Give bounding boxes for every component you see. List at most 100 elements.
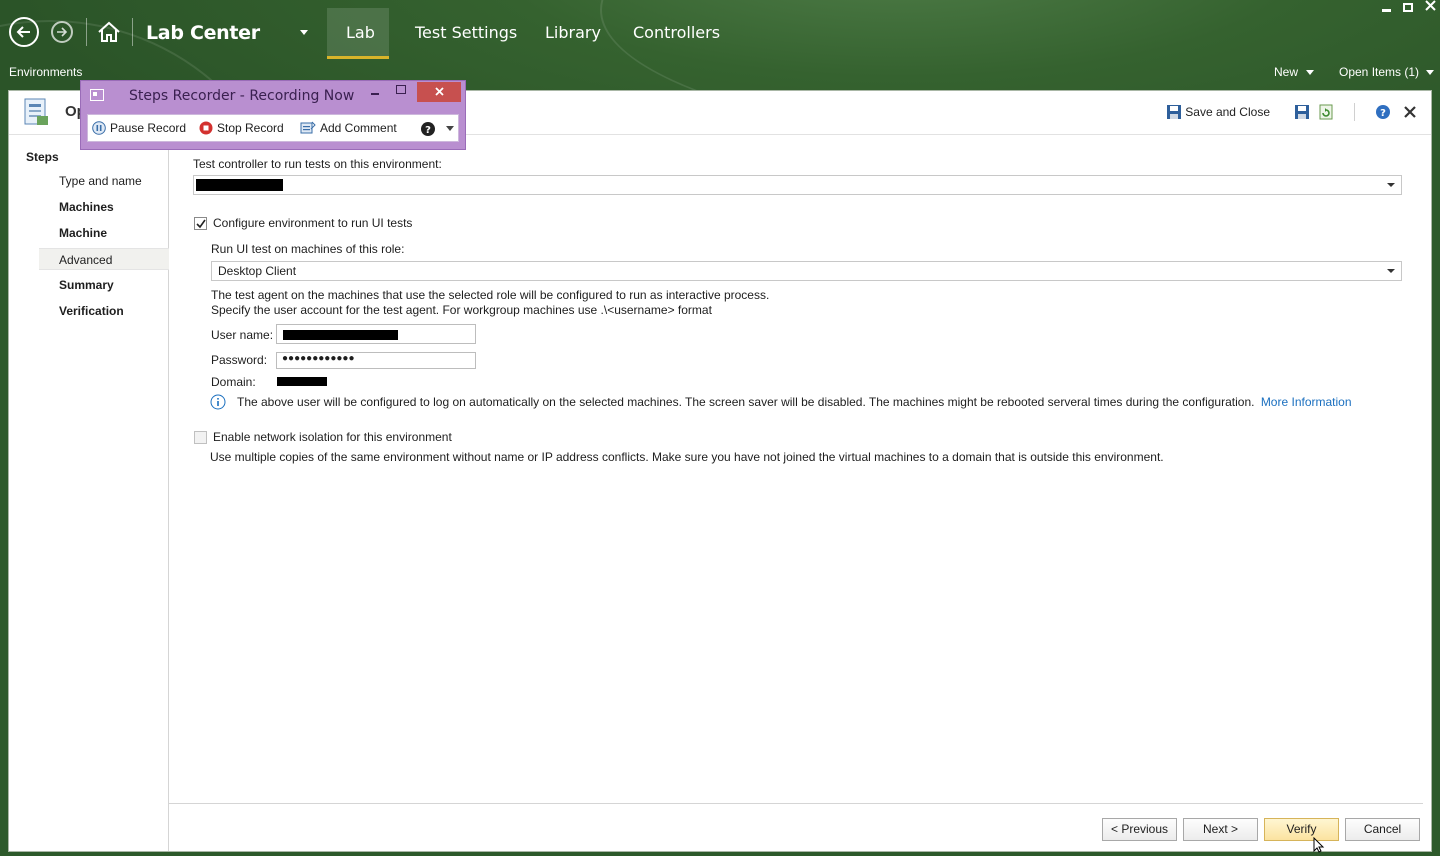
separator: [132, 18, 133, 46]
step-machine-properties[interactable]: Machine properties: [39, 222, 169, 262]
checkmark-icon: [196, 219, 206, 229]
chevron-down-icon: [1426, 70, 1435, 76]
refresh-icon[interactable]: [1318, 104, 1334, 120]
steps-heading: Steps: [26, 150, 59, 164]
open-items-label: Open Items (1): [1339, 65, 1420, 79]
network-isolation-info: Use multiple copies of the same environm…: [210, 450, 1164, 464]
minimize-icon: [1382, 9, 1391, 12]
previous-button[interactable]: < Previous: [1102, 818, 1177, 841]
help-icon: ?: [421, 122, 435, 136]
password-input[interactable]: ●●●●●●●●●●●●: [276, 352, 476, 369]
back-button[interactable]: [9, 17, 39, 47]
recorder-maximize-button[interactable]: [396, 85, 406, 94]
svg-text:?: ?: [425, 125, 431, 136]
verify-button[interactable]: Verify: [1264, 818, 1339, 841]
new-menu-label: New: [1274, 65, 1299, 79]
window-minimize-button[interactable]: [1382, 0, 1391, 12]
step-summary[interactable]: Summary: [39, 274, 169, 296]
configure-ui-label[interactable]: Configure environment to run UI tests: [213, 216, 412, 230]
separator: [86, 18, 87, 46]
more-information-link[interactable]: More Information: [1261, 395, 1352, 409]
arrow-right-icon: [57, 27, 68, 37]
tab-test-settings[interactable]: Test Settings: [415, 23, 517, 42]
network-isolation-checkbox[interactable]: [194, 431, 207, 444]
help-icon[interactable]: ?: [1375, 104, 1391, 120]
tab-controllers[interactable]: Controllers: [633, 23, 720, 42]
close-icon: [434, 87, 444, 96]
step-verification[interactable]: Verification: [39, 300, 169, 322]
steps-nav: Steps Type and name Machines Machine pro…: [9, 135, 169, 851]
network-isolation-label[interactable]: Enable network isolation for this enviro…: [213, 430, 452, 444]
recorder-help-button[interactable]: ?: [420, 121, 436, 137]
minimize-icon: [371, 93, 379, 95]
redacted-value: [283, 330, 398, 340]
autologon-info: The above user will be configured to log…: [237, 395, 1352, 409]
agent-info-line1: The test agent on the machines that use …: [211, 288, 770, 302]
role-label: Run UI test on machines of this role:: [211, 242, 405, 256]
redacted-value: [196, 179, 283, 191]
chevron-down-icon[interactable]: [300, 30, 308, 35]
separator: [1354, 103, 1355, 121]
info-icon: [210, 394, 226, 410]
window-restore-button[interactable]: [1403, 3, 1413, 12]
next-button[interactable]: Next >: [1183, 818, 1258, 841]
recorder-close-button[interactable]: [417, 82, 461, 102]
home-button[interactable]: [97, 21, 121, 46]
add-comment-button[interactable]: Add Comment: [300, 121, 397, 135]
domain-value-redacted: [277, 377, 327, 386]
add-comment-label: Add Comment: [320, 121, 397, 135]
step-type-and-name[interactable]: Type and name: [39, 170, 169, 192]
app-title: Lab Center: [146, 22, 260, 44]
controller-label: Test controller to run tests on this env…: [193, 157, 442, 171]
steps-recorder-window: Steps Recorder - Recording Now Pause Rec…: [80, 80, 466, 150]
configure-ui-checkbox[interactable]: [194, 217, 207, 230]
chevron-down-icon: [1387, 183, 1395, 187]
environment-wizard-panel: Op Save and Close ? Steps Type and name …: [8, 90, 1432, 853]
restore-icon: [1403, 3, 1413, 12]
mouse-cursor-icon: [1313, 837, 1325, 853]
recorder-minimize-button[interactable]: [371, 84, 379, 95]
footer-divider: [169, 803, 1423, 804]
recorder-toolbar: Pause Record Stop Record Add Comment ?: [87, 114, 459, 142]
stop-record-label: Stop Record: [217, 121, 284, 135]
save-icon[interactable]: [1294, 104, 1310, 120]
close-icon: [1425, 0, 1436, 11]
chevron-down-icon: [1306, 70, 1315, 76]
domain-label: Domain:: [211, 375, 256, 389]
pause-record-label: Pause Record: [110, 121, 187, 135]
new-menu[interactable]: New: [1274, 65, 1315, 79]
tab-library[interactable]: Library: [545, 23, 601, 42]
step-advanced[interactable]: Advanced: [39, 248, 169, 270]
save-and-close-label: Save and Close: [1185, 105, 1270, 119]
password-label: Password:: [211, 353, 268, 367]
environment-document-icon: [21, 97, 51, 127]
autologon-info-text: The above user will be configured to log…: [237, 395, 1255, 409]
comment-icon: [300, 121, 316, 134]
open-items-menu[interactable]: Open Items (1): [1339, 65, 1435, 79]
forward-button[interactable]: [51, 21, 73, 43]
password-value: ●●●●●●●●●●●●: [282, 353, 355, 364]
window-close-button[interactable]: [1425, 0, 1436, 14]
username-label: User name:: [211, 328, 274, 342]
command-bar: Save and Close ?: [1166, 103, 1417, 121]
close-icon[interactable]: [1403, 105, 1417, 119]
save-icon: [1167, 105, 1182, 119]
tab-lab[interactable]: Lab: [346, 23, 375, 42]
chevron-down-icon: [446, 126, 454, 131]
recorder-help-dropdown[interactable]: [446, 126, 454, 131]
home-icon: [98, 21, 120, 42]
username-input[interactable]: [276, 324, 476, 344]
cancel-button[interactable]: Cancel: [1345, 818, 1420, 841]
step-machines[interactable]: Machines: [39, 196, 169, 218]
pause-icon: [92, 121, 106, 135]
breadcrumb[interactable]: Environments: [9, 65, 82, 79]
recorder-app-icon: [90, 89, 104, 101]
agent-info-line2: Specify the user account for the test ag…: [211, 303, 712, 317]
save-and-close-button[interactable]: Save and Close: [1166, 104, 1270, 120]
stop-record-button[interactable]: Stop Record: [199, 121, 284, 135]
role-select[interactable]: Desktop Client: [211, 261, 1402, 281]
chevron-down-icon: [1387, 269, 1395, 273]
role-select-value: Desktop Client: [218, 264, 297, 278]
pause-record-button[interactable]: Pause Record: [92, 121, 186, 135]
controller-select[interactable]: [193, 175, 1402, 195]
